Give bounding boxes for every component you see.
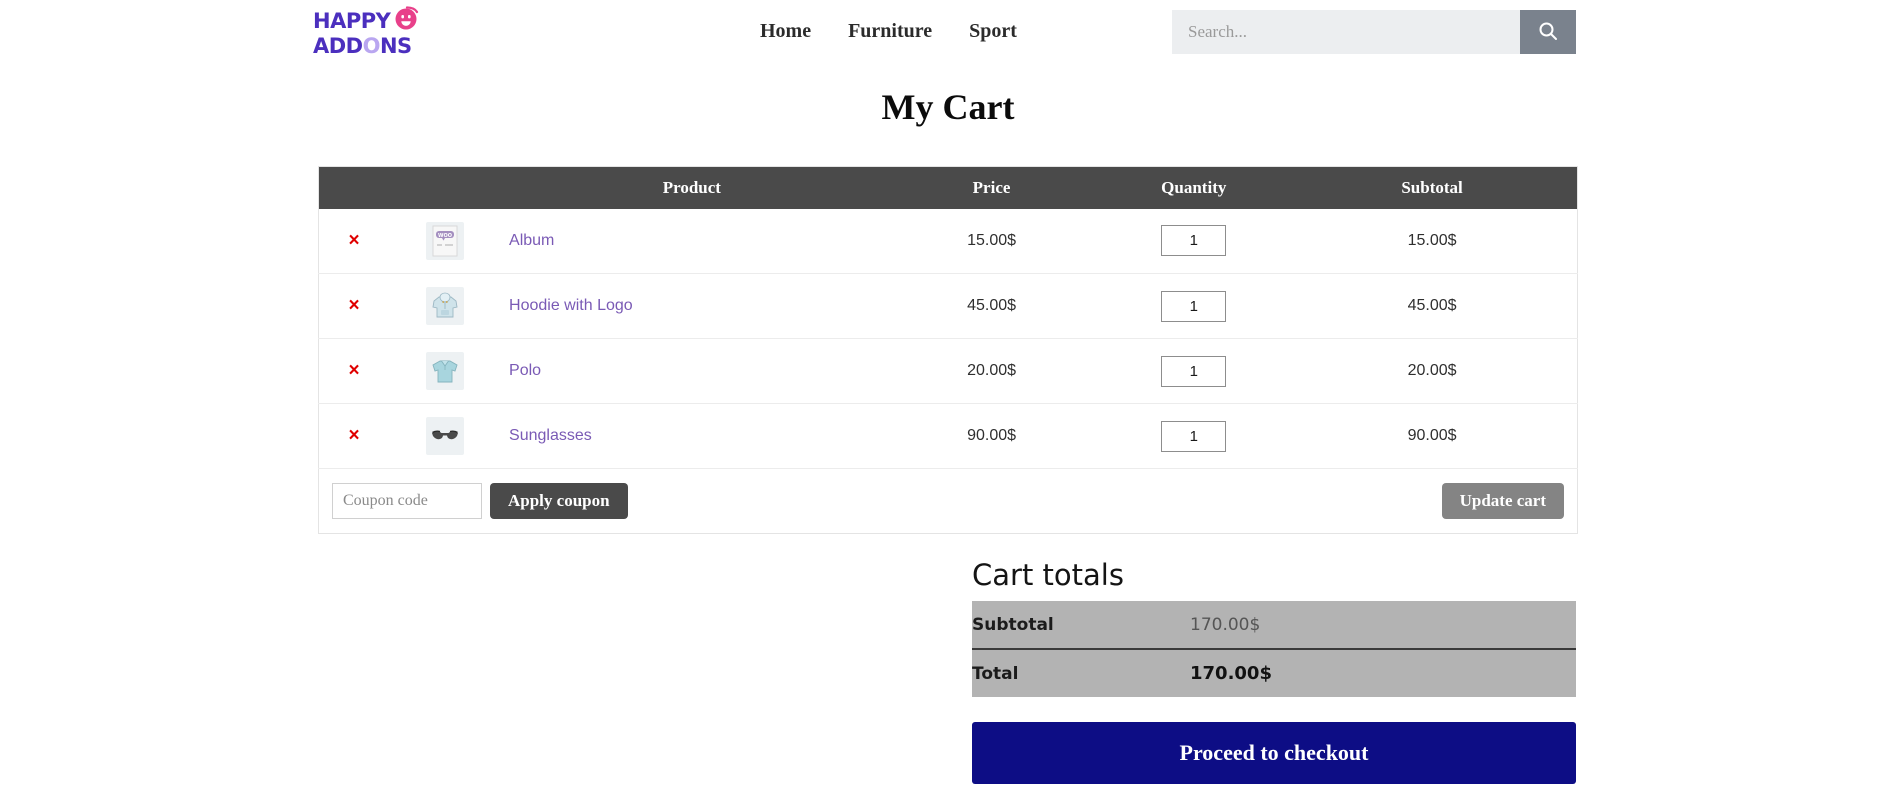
cell-price: 45.00$ <box>882 273 1101 339</box>
table-row: × Polo 20.00$ 1 20.00$ <box>318 338 1578 404</box>
product-link[interactable]: Album <box>509 232 554 249</box>
logo-text-addons: ADDONS <box>313 34 438 58</box>
cell-quantity <box>1100 209 1287 274</box>
column-header-subtotal: Subtotal <box>1287 166 1578 209</box>
logo-text-happy: HAPPY <box>313 8 391 33</box>
search-submit-button[interactable] <box>1520 10 1576 54</box>
total-value: 170.00$ <box>1190 663 1272 684</box>
coupon-bar: Apply coupon Update cart <box>319 470 1577 532</box>
logo-addons-o: O <box>362 33 381 58</box>
quantity-input[interactable] <box>1161 355 1227 387</box>
cell-thumbnail <box>389 338 502 404</box>
product-link[interactable]: Sunglasses <box>509 427 592 444</box>
cart-totals-heading: Cart totals <box>972 558 1124 592</box>
sunglasses-icon[interactable] <box>426 417 465 455</box>
coupon-code-input[interactable] <box>332 483 482 519</box>
cell-subtotal: 20.00$ <box>1287 338 1578 404</box>
remove-item-button[interactable]: × <box>348 231 359 250</box>
totals-row-subtotal: Subtotal 170.00$ <box>972 601 1576 650</box>
cart-header-row: Product Price Quantity Subtotal <box>318 166 1578 209</box>
woo-placeholder-icon[interactable]: WOO <box>426 221 465 260</box>
column-header-quantity: Quantity <box>1100 166 1288 209</box>
total-label: Total <box>972 663 1019 684</box>
logo-top-row: HAPPY <box>313 5 438 33</box>
cell-remove: × <box>318 273 390 339</box>
subtotal-value: 170.00$ <box>1190 601 1576 650</box>
coupon-group: Apply coupon <box>332 483 628 519</box>
table-row: × WOO Album 15.00$ 1 15.00$ <box>319 209 1578 274</box>
cart-table-body: × WOO Album 15.00$ 1 15.00$ × Hoodie wit… <box>318 209 1578 534</box>
cell-thumbnail <box>389 273 502 339</box>
site-header: HAPPY ADDONS Home Furniture Sport <box>0 0 1896 68</box>
subtotal-label: Subtotal <box>972 601 1190 650</box>
cart-page: HAPPY ADDONS Home Furniture Sport Search… <box>0 0 1896 808</box>
search-input[interactable] <box>1172 10 1520 54</box>
cell-quantity <box>1100 273 1288 339</box>
product-link[interactable]: Hoodie with Logo <box>509 297 633 314</box>
remove-item-button[interactable]: × <box>348 426 359 445</box>
site-logo[interactable]: HAPPY ADDONS <box>313 5 438 58</box>
cell-remove: × <box>319 209 390 274</box>
cell-product: Sunglasses <box>501 403 883 469</box>
quantity-input[interactable] <box>1161 420 1227 452</box>
table-row: × Sunglasses 90.00$ 1 90.00$ <box>318 403 1578 469</box>
cell-quantity <box>1100 338 1288 404</box>
cell-thumbnail: WOO <box>389 209 501 274</box>
cell-product: Hoodie with Logo <box>501 273 883 339</box>
logo-addons-part1: ADD <box>313 33 363 58</box>
coupon-row: Apply coupon Update cart <box>318 468 1578 534</box>
column-header-thumbnail <box>389 166 502 209</box>
cell-quantity <box>1100 403 1288 469</box>
column-header-product: Product <box>501 166 883 209</box>
coupon-cell: Apply coupon Update cart <box>318 468 1578 534</box>
search-bar <box>1172 10 1576 54</box>
svg-text:WOO: WOO <box>438 233 452 239</box>
column-header-price: Price <box>882 166 1101 209</box>
table-row: × Hoodie with Logo 45.00$ 1 45.00$ <box>318 273 1578 339</box>
cell-product: Polo <box>501 338 883 404</box>
cart-table-head: Product Price Quantity Subtotal <box>318 166 1578 209</box>
totals-row-total: Total 170.00$ <box>972 649 1576 697</box>
cell-price: 20.00$ <box>882 338 1101 404</box>
search-icon <box>1537 20 1559 45</box>
product-link[interactable]: Polo <box>509 362 541 379</box>
page-title: My Cart <box>881 87 1015 127</box>
cell-subtotal: 45.00$ <box>1287 273 1578 339</box>
cell-remove: × <box>318 338 390 404</box>
column-header-remove <box>318 166 390 209</box>
smiley-face-icon <box>393 5 419 31</box>
main-navigation: Home Furniture Sport <box>760 20 1017 43</box>
quantity-input[interactable] <box>1161 290 1227 322</box>
nav-item-furniture[interactable]: Furniture <box>848 20 969 43</box>
nav-item-sport[interactable]: Sport <box>969 20 1017 43</box>
remove-item-button[interactable]: × <box>348 296 359 315</box>
cell-subtotal: 15.00$ <box>1407 231 1457 249</box>
quantity-input[interactable] <box>1161 225 1227 257</box>
cart-totals-table: Subtotal 170.00$ Total 170.00$ <box>972 601 1576 697</box>
logo-addons-part2: NS <box>379 33 412 58</box>
hoodie-icon[interactable] <box>426 287 465 325</box>
cell-price: 15.00$ <box>967 231 1017 249</box>
apply-coupon-button[interactable]: Apply coupon <box>490 483 628 519</box>
update-cart-button[interactable]: Update cart <box>1441 483 1564 519</box>
nav-item-home[interactable]: Home <box>760 20 848 43</box>
cart-table: Product Price Quantity Subtotal × WOO Al… <box>318 166 1578 534</box>
cell-remove: × <box>318 403 390 469</box>
cell-price: 90.00$ <box>882 403 1101 469</box>
polo-shirt-icon[interactable] <box>426 352 465 390</box>
remove-item-button[interactable]: × <box>348 361 359 380</box>
proceed-to-checkout-button[interactable]: Proceed to checkout <box>972 722 1576 784</box>
cell-thumbnail <box>389 403 502 469</box>
cell-product: Album <box>501 209 883 274</box>
cell-subtotal: 90.00$ <box>1287 403 1578 469</box>
